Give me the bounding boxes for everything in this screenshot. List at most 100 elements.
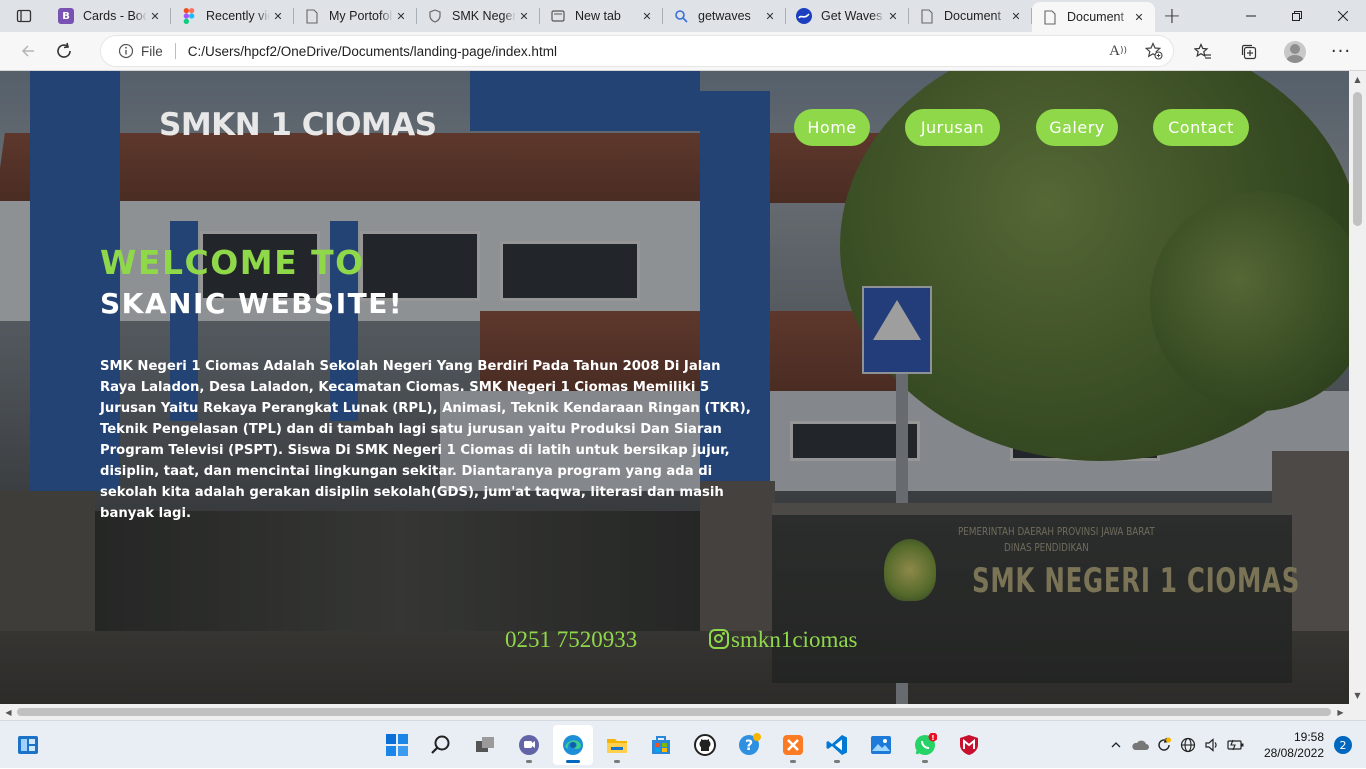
address-bar[interactable]: File C:/Users/hpcf2/OneDrive/Documents/l… — [101, 36, 1173, 66]
figma-icon — [181, 8, 197, 24]
page-viewport: PEMERINTAH DAERAH PROVINSI JAWA BARAT DI… — [0, 71, 1349, 704]
profile-button[interactable] — [1280, 37, 1310, 67]
github-icon — [694, 734, 716, 756]
waves-icon — [796, 8, 812, 24]
show-hidden-icons-button[interactable] — [1104, 733, 1128, 757]
github-desktop-button[interactable] — [685, 725, 725, 765]
microsoft-store-button[interactable] — [641, 725, 681, 765]
back-arrow-icon — [21, 45, 34, 57]
tab-close-icon[interactable]: ✕ — [270, 8, 286, 24]
nav-galery[interactable]: Galery — [1036, 109, 1118, 146]
browser-tab[interactable]: getwaves ✕ — [663, 0, 786, 32]
search-icon — [431, 735, 450, 754]
help-icon: ? — [739, 733, 761, 755]
scrollbar-corner — [1349, 704, 1366, 720]
notification-badge[interactable]: 2 — [1334, 736, 1352, 754]
tab-close-icon[interactable]: ✕ — [516, 8, 532, 24]
search-button[interactable] — [421, 725, 461, 765]
browser-tab[interactable]: B Cards - Bootstrap✕ — [48, 0, 171, 32]
browser-tab[interactable]: Document ✕ — [1032, 2, 1155, 32]
site-brand[interactable]: SMKN 1 CIOMAS — [159, 107, 437, 143]
address-separator — [174, 43, 176, 59]
read-aloud-icon[interactable]: A)) — [1109, 43, 1127, 60]
sync-icon[interactable] — [1152, 733, 1176, 757]
volume-icon[interactable] — [1200, 733, 1224, 757]
battery-icon[interactable] — [1224, 733, 1248, 757]
nav-contact[interactable]: Contact — [1153, 109, 1249, 146]
newtab-icon — [550, 8, 566, 24]
vscode-button[interactable] — [817, 725, 857, 765]
horizontal-scroll-thumb[interactable] — [17, 708, 1331, 716]
horizontal-scrollbar[interactable]: ◀ ▶ — [0, 704, 1349, 720]
add-favorite-icon[interactable] — [1145, 42, 1163, 60]
task-view-button[interactable] — [465, 725, 505, 765]
settings-more-button[interactable]: ··· — [1326, 37, 1356, 67]
vertical-scrollbar[interactable]: ▲ ▼ — [1349, 71, 1366, 704]
clock[interactable]: 19:58 28/08/2022 — [1248, 729, 1324, 761]
tab-close-icon[interactable]: ✕ — [885, 8, 901, 24]
tab-close-icon[interactable]: ✕ — [1131, 9, 1147, 25]
store-bag-icon — [652, 736, 670, 754]
svg-text:?: ? — [745, 738, 753, 754]
clock-date: 28/08/2022 — [1263, 746, 1324, 760]
tab-actions-button[interactable] — [0, 0, 48, 32]
onedrive-icon[interactable] — [1128, 733, 1152, 757]
tab-title: SMK Negeri — [452, 9, 516, 23]
vertical-scroll-thumb[interactable] — [1353, 92, 1362, 226]
browser-tab[interactable]: Document ✕ — [909, 0, 1032, 32]
page-icon — [919, 8, 935, 24]
minimize-button[interactable] — [1228, 0, 1274, 32]
get-help-button[interactable]: ? — [729, 725, 769, 765]
browser-tab[interactable]: Get Waves ✕ — [786, 0, 909, 32]
favorites-icon[interactable] — [1188, 37, 1218, 67]
back-button[interactable] — [10, 33, 46, 69]
whatsapp-button[interactable]: ! — [905, 725, 945, 765]
file-explorer-button[interactable] — [597, 725, 637, 765]
refresh-icon — [57, 42, 71, 58]
tab-actions-icon — [16, 9, 32, 23]
network-globe-icon[interactable] — [1176, 733, 1200, 757]
vscode-icon — [826, 735, 847, 755]
tab-close-icon[interactable]: ✕ — [147, 8, 163, 24]
site-info-icon[interactable] — [117, 42, 135, 60]
new-tab-button[interactable]: + — [1155, 0, 1189, 32]
bootstrap-icon: B — [58, 8, 74, 24]
contact-instagram[interactable]: smkn1ciomas — [709, 627, 858, 653]
widgets-button[interactable] — [8, 725, 48, 765]
browser-tab[interactable]: New tab ✕ — [540, 0, 663, 32]
collections-icon[interactable] — [1234, 37, 1264, 67]
tab-title: New tab — [575, 9, 621, 23]
task-view-icon — [476, 737, 494, 752]
nav-jurusan[interactable]: Jurusan — [905, 109, 1000, 146]
browser-tab[interactable]: Recently viewed✕ — [171, 0, 294, 32]
xampp-button[interactable] — [773, 725, 813, 765]
scroll-down-icon[interactable]: ▼ — [1349, 687, 1366, 704]
tab-close-icon[interactable]: ✕ — [1008, 8, 1024, 24]
system-tray: 19:58 28/08/2022 2 — [1104, 721, 1366, 769]
edge-taskbar-button[interactable] — [553, 725, 593, 765]
tab-close-icon[interactable]: ✕ — [639, 8, 655, 24]
teams-chat-button[interactable] — [509, 725, 549, 765]
scroll-right-icon[interactable]: ▶ — [1332, 704, 1349, 720]
contact-phone[interactable]: 0251 7520933 — [505, 627, 637, 653]
photos-icon — [871, 736, 891, 754]
minimize-icon — [1246, 15, 1256, 17]
browser-tab[interactable]: SMK Negeri ✕ — [417, 0, 540, 32]
tab-title: Get Waves — [821, 9, 883, 23]
scroll-up-icon[interactable]: ▲ — [1349, 71, 1366, 88]
nav-home[interactable]: Home — [794, 109, 870, 146]
tab-close-icon[interactable]: ✕ — [762, 8, 778, 24]
refresh-button[interactable] — [46, 33, 82, 69]
restore-button[interactable] — [1274, 0, 1320, 32]
browser-tab[interactable]: My Portofolio✕ — [294, 0, 417, 32]
start-button[interactable] — [377, 725, 417, 765]
edge-browser-icon — [563, 735, 583, 755]
tab-close-icon[interactable]: ✕ — [393, 8, 409, 24]
restore-icon — [1292, 11, 1302, 21]
photos-button[interactable] — [861, 725, 901, 765]
close-window-button[interactable] — [1320, 0, 1366, 32]
scroll-left-icon[interactable]: ◀ — [0, 704, 17, 720]
windows-logo-icon — [386, 734, 408, 756]
mcafee-button[interactable] — [949, 725, 989, 765]
url-text[interactable]: C:/Users/hpcf2/OneDrive/Documents/landin… — [188, 44, 557, 59]
